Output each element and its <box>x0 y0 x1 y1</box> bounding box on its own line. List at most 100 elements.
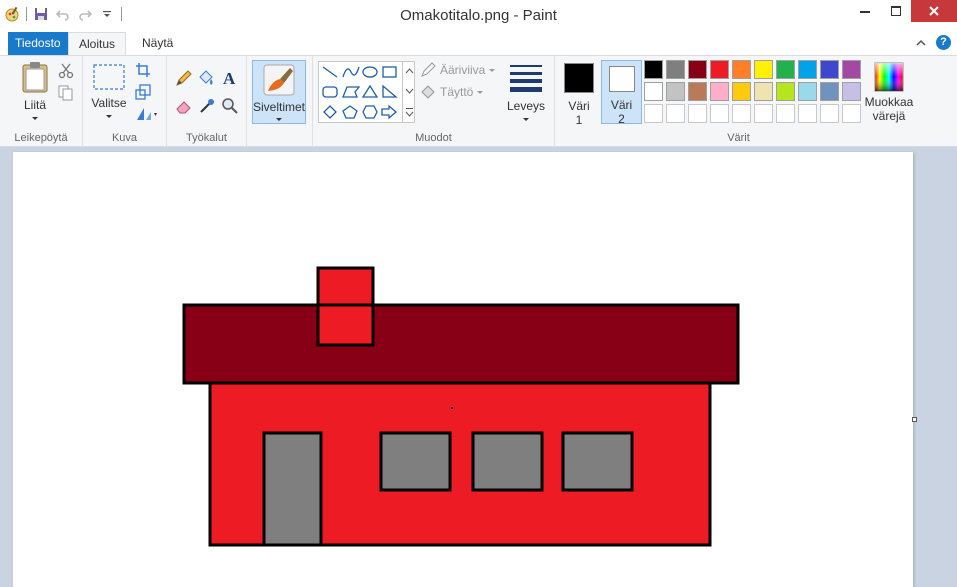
size-label: Leveys <box>506 99 546 113</box>
line-shape-icon[interactable] <box>322 66 338 78</box>
palette-color-swatch[interactable] <box>798 60 817 79</box>
oval-shape-icon[interactable] <box>362 66 378 78</box>
minimize-button[interactable] <box>849 0 880 22</box>
canvas-resize-handle[interactable] <box>912 417 917 422</box>
palette-color-swatch[interactable] <box>820 82 839 101</box>
paste-button[interactable]: Liitä <box>14 61 56 120</box>
palette-color-swatch[interactable] <box>710 60 729 79</box>
color1-number: 1 <box>575 113 583 127</box>
palette-color-swatch[interactable] <box>644 82 663 101</box>
ribbon-tabs: Tiedosto Aloitus Näytä ? <box>0 32 957 56</box>
close-button[interactable] <box>911 0 957 22</box>
palette-color-swatch[interactable] <box>688 82 707 101</box>
maximize-button[interactable] <box>880 0 911 22</box>
shapes-gallery <box>318 61 415 123</box>
copy-icon[interactable] <box>58 85 74 101</box>
custom-color-slot[interactable] <box>842 104 861 123</box>
color2-label: Väri <box>610 98 633 112</box>
custom-color-slot[interactable] <box>754 104 773 123</box>
size-button[interactable]: Leveys <box>505 64 547 121</box>
ribbon-help-controls: ? <box>916 35 951 50</box>
tab-view[interactable]: Näytä <box>132 32 183 55</box>
palette-color-swatch[interactable] <box>842 82 861 101</box>
tab-file[interactable]: Tiedosto <box>8 32 68 55</box>
triangle-shape-icon[interactable] <box>361 84 379 98</box>
tools-group: A Työkalut <box>167 56 247 147</box>
outline-button[interactable]: Ääriviiva <box>420 62 496 78</box>
color2-button[interactable]: Väri 2 <box>601 60 642 126</box>
palette-color-swatch[interactable] <box>754 82 773 101</box>
text-icon[interactable]: A <box>221 69 239 87</box>
cut-icon[interactable] <box>58 63 74 79</box>
fill-icon <box>421 85 435 99</box>
custom-color-slot[interactable] <box>732 104 751 123</box>
select-rectangle-icon <box>93 64 125 90</box>
palette-color-swatch[interactable] <box>842 60 861 79</box>
fill-bucket-icon[interactable] <box>197 69 215 87</box>
paste-label: Liitä <box>23 98 46 112</box>
clipboard-group: Liitä Leikepöytä <box>0 56 83 147</box>
right-arrow-shape-icon[interactable] <box>381 104 397 120</box>
palette-color-swatch[interactable] <box>776 60 795 79</box>
palette-color-swatch[interactable] <box>820 60 839 79</box>
outline-icon <box>421 62 436 77</box>
palette-color-swatch[interactable] <box>732 60 751 79</box>
custom-color-slot[interactable] <box>710 104 729 123</box>
diamond-shape-icon[interactable] <box>323 105 337 119</box>
collapse-ribbon-icon[interactable] <box>916 39 926 47</box>
clipboard-group-label: Leikepöytä <box>14 132 68 144</box>
edit-colors-button[interactable]: Muokkaa värejä <box>863 60 915 123</box>
palette-color-swatch[interactable] <box>710 82 729 101</box>
pencil-icon[interactable] <box>175 69 193 87</box>
custom-color-slot[interactable] <box>798 104 817 123</box>
palette-color-swatch[interactable] <box>798 82 817 101</box>
palette-color-swatch[interactable] <box>776 82 795 101</box>
select-dropdown-arrow <box>106 115 112 118</box>
magnifier-icon[interactable] <box>221 97 239 115</box>
pentagon-shape-icon[interactable] <box>342 105 358 119</box>
help-icon[interactable]: ? <box>936 35 951 50</box>
color-picker-icon[interactable] <box>198 97 216 115</box>
color2-number: 2 <box>618 112 625 126</box>
custom-color-slot[interactable] <box>688 104 707 123</box>
select-button[interactable]: Valitse <box>89 64 129 118</box>
crop-icon[interactable] <box>135 62 151 78</box>
size-dropdown-arrow <box>523 118 529 121</box>
chimney-front <box>316 303 375 347</box>
roof <box>182 303 740 385</box>
palette-color-swatch[interactable] <box>754 60 773 79</box>
palette-color-swatch[interactable] <box>688 60 707 79</box>
window-1 <box>379 431 452 492</box>
paste-dropdown-arrow <box>32 117 38 120</box>
brush-icon <box>263 64 295 96</box>
rotate-icon[interactable] <box>135 106 159 122</box>
color1-button[interactable]: Väri 1 <box>561 60 597 127</box>
curve-shape-icon[interactable] <box>342 66 360 78</box>
rounded-rectangle-shape-icon[interactable] <box>322 86 338 98</box>
fill-button[interactable]: Täyttö <box>420 84 484 100</box>
custom-color-slot[interactable] <box>666 104 685 123</box>
custom-color-slot[interactable] <box>644 104 663 123</box>
brushes-button[interactable]: Siveltimet <box>252 60 306 124</box>
palette-color-swatch[interactable] <box>644 60 663 79</box>
shapes-gallery-scroll[interactable] <box>402 61 415 123</box>
tab-home[interactable]: Aloitus <box>68 32 127 56</box>
color-spectrum-icon <box>874 62 904 92</box>
palette-color-swatch[interactable] <box>732 82 751 101</box>
colors-group-label: Värit <box>727 132 750 144</box>
tools-group-label: Työkalut <box>186 132 227 144</box>
custom-color-slot[interactable] <box>820 104 839 123</box>
rectangle-shape-icon[interactable] <box>382 66 397 78</box>
vertical-scrollbar[interactable] <box>949 147 957 587</box>
drawing-canvas[interactable] <box>13 152 913 587</box>
custom-color-slot[interactable] <box>776 104 795 123</box>
hexagon-shape-icon[interactable] <box>362 105 378 119</box>
palette-color-swatch[interactable] <box>666 60 685 79</box>
eraser-icon[interactable] <box>175 97 193 115</box>
color2-swatch <box>608 66 635 92</box>
polygon-shape-icon[interactable] <box>342 86 361 98</box>
palette-color-swatch[interactable] <box>666 82 685 101</box>
right-triangle-shape-icon[interactable] <box>382 84 398 98</box>
resize-icon[interactable] <box>135 84 151 100</box>
brushes-label: Siveltimet <box>253 100 306 114</box>
